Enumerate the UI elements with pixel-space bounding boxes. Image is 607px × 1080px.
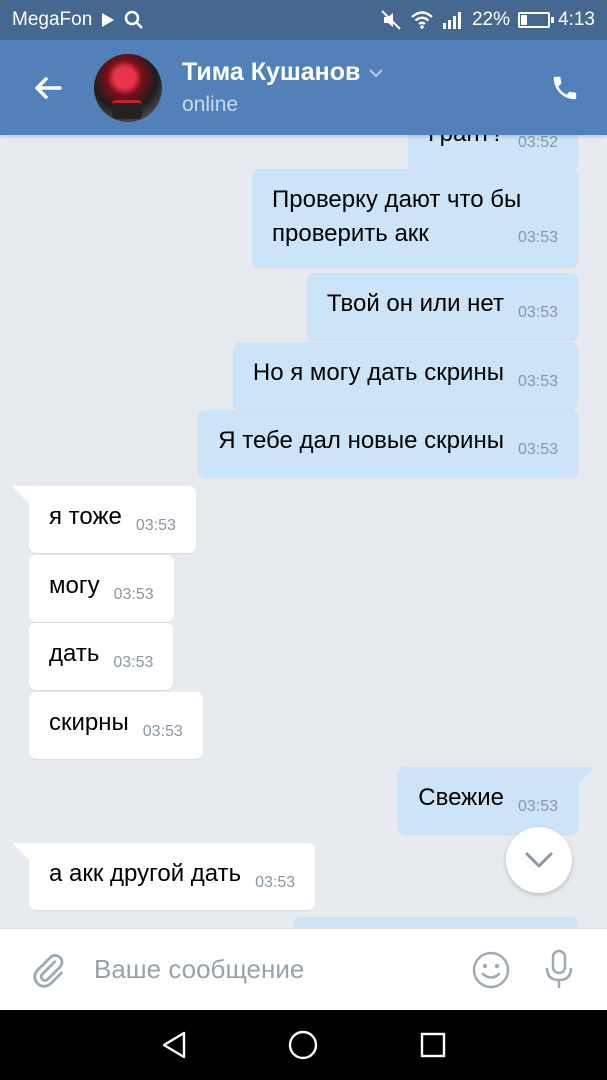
avatar[interactable] <box>94 53 162 122</box>
message-text: я тоже <box>49 503 122 530</box>
message-time: 03:53 <box>255 874 296 891</box>
message-list[interactable]: Грант? 03:52 Проверку дают что бы провери… <box>0 135 607 928</box>
message-text: Проверку дают что бы проверить акк <box>272 186 522 247</box>
search-icon <box>124 10 144 30</box>
call-button[interactable] <box>537 60 593 116</box>
message-outgoing[interactable]: Свежие 03:53 <box>398 767 578 834</box>
message-text: дать <box>49 640 100 667</box>
message-outgoing[interactable]: Я тебе дал новые скрины 03:53 <box>198 410 578 477</box>
status-bar: MegaFon 22% 4:13 <box>0 0 607 40</box>
message-time: 03:52 <box>517 135 558 151</box>
chevron-down-icon <box>525 852 553 868</box>
message-time: 03:53 <box>517 304 558 321</box>
message-text: Твой он или нет <box>326 290 504 317</box>
status-right: 22% 4:13 <box>380 9 595 31</box>
smiley-icon <box>472 951 510 988</box>
chevron-down-icon <box>369 68 384 78</box>
message-time: 03:53 <box>517 798 558 815</box>
emoji-button[interactable] <box>463 942 519 998</box>
message-outgoing[interactable]: Но я могу дать скрины 03:53 <box>232 342 578 409</box>
contact-info[interactable]: Тима Кушанов online <box>182 58 537 117</box>
message-time: 03:53 <box>113 654 154 671</box>
message-outgoing[interactable]: Проверку дают что бы проверить акк 03:53 <box>252 169 578 267</box>
phone-icon <box>553 76 577 99</box>
mute-icon <box>380 9 402 31</box>
battery-fill <box>521 15 527 25</box>
contact-name: Тима Кушанов <box>182 58 361 86</box>
status-left: MegaFon <box>12 9 144 31</box>
nav-back-icon[interactable] <box>160 1030 188 1060</box>
message-time: 03:53 <box>113 586 154 603</box>
contact-status: online <box>182 93 239 116</box>
message-time: 03:53 <box>135 517 176 534</box>
message-outgoing[interactable]: Твой он или нет 03:53 <box>306 273 578 340</box>
message-incoming[interactable]: дать 03:53 <box>29 623 174 690</box>
message-incoming[interactable]: а акк другой дать 03:53 <box>29 843 316 910</box>
nav-recents-icon[interactable] <box>419 1031 447 1059</box>
message-text: Свежие <box>418 784 504 811</box>
battery-icon <box>518 12 555 28</box>
signal-icon <box>442 11 464 29</box>
message-text: Но я могу дать скрины <box>252 359 504 386</box>
carrier-name: MegaFon <box>12 9 93 30</box>
nav-home-icon[interactable] <box>287 1029 319 1061</box>
message-time: 03:53 <box>517 373 558 390</box>
message-text: скирны <box>49 709 129 736</box>
back-button[interactable] <box>20 60 76 116</box>
wifi-icon <box>410 10 434 30</box>
message-text: Грант? <box>428 135 504 147</box>
microphone-icon <box>545 949 573 988</box>
message-outgoing-partial[interactable] <box>294 917 578 928</box>
message-time: 03:53 <box>142 723 183 740</box>
message-composer <box>0 928 607 1010</box>
chat-header: Тима Кушанов online <box>0 40 607 135</box>
message-incoming[interactable]: скирны 03:53 <box>29 692 203 759</box>
message-incoming[interactable]: я тоже 03:53 <box>29 486 196 553</box>
navigation-bar <box>0 1010 607 1080</box>
attach-button[interactable] <box>16 938 80 1002</box>
battery-percent: 22% <box>471 9 511 30</box>
message-incoming[interactable]: могу 03:53 <box>29 555 174 622</box>
message-input[interactable] <box>94 954 463 985</box>
scroll-down-button[interactable] <box>506 827 572 893</box>
clock: 4:13 <box>558 9 595 30</box>
paperclip-icon <box>33 953 64 988</box>
message-text: Я тебе дал новые скрины <box>218 427 504 454</box>
message-text: могу <box>49 572 100 599</box>
microphone-button[interactable] <box>531 942 587 998</box>
message-time: 03:53 <box>517 229 558 246</box>
message-outgoing[interactable]: Грант? 03:52 <box>408 135 578 170</box>
message-text: а акк другой дать <box>49 860 242 887</box>
play-store-icon <box>100 12 116 28</box>
contact-name-row[interactable]: Тима Кушанов <box>182 58 537 87</box>
message-time: 03:53 <box>517 441 558 458</box>
arrow-left-icon <box>35 76 62 99</box>
